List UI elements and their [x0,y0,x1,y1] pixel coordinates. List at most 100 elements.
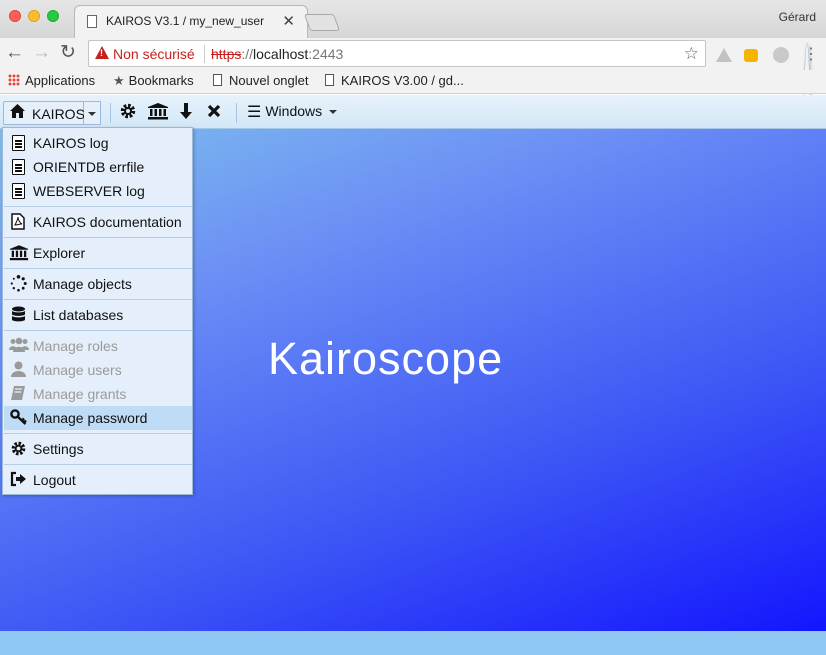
menu-item-label: Logout [33,472,76,488]
bookmarks-bar: Applications ★ Bookmarks Nouvel onglet KA… [0,70,826,94]
close-window-button[interactable] [9,10,21,22]
close-icon[interactable] [207,102,221,125]
menu-item-settings[interactable]: Settings [4,437,192,461]
file-text-icon [9,134,27,152]
menu-item-label: Explorer [33,245,86,261]
url-text[interactable]: https://localhost:2443 [211,46,343,62]
menu-divider [4,206,192,207]
menu-item-manage-roles[interactable]: Manage roles [4,334,192,358]
windows-menu-button[interactable]: ☰ Windows [247,102,338,122]
menu-item-label: WEBSERVER log [33,183,145,199]
user-icon [9,361,27,379]
arrow-down-icon[interactable] [178,102,194,125]
address-bar[interactable]: Non sécurisé https://localhost:2443 ☆ [88,40,706,67]
bookmark-apps-label: Applications [25,73,96,88]
browser-titlebar: KAIROS V3.1 / my_new_user ✕ Gérard [0,0,826,38]
menu-item-logout[interactable]: Logout [4,468,192,492]
drive-extension-icon[interactable] [716,48,732,62]
bookmark-kairos[interactable]: KAIROS V3.00 / gd... [325,73,464,88]
menu-divider [4,330,192,331]
app-logo-text: Kairoscope [268,333,504,384]
menu-item-label: Manage users [33,362,122,378]
menu-item-manage-password[interactable]: Manage password [4,406,192,430]
lock-extension-icon[interactable] [744,49,758,62]
menu-item-kairos-documentation[interactable]: KAIROS documentation [4,210,192,234]
apps-grid-icon [8,74,20,86]
new-tab-button[interactable] [303,14,341,31]
users-icon [9,337,29,355]
list-icon: ☰ [247,104,262,121]
bank-icon[interactable] [147,102,169,125]
menu-item-label: Manage roles [33,338,118,354]
menu-divider [4,237,192,238]
menu-divider [4,299,192,300]
menu-item-label: Manage objects [33,276,132,292]
app-toolbar: KAIROS ☰ Windows [0,95,826,129]
toolbar-divider [236,103,237,123]
sign-out-icon [9,471,27,489]
bank-icon [9,244,29,262]
menu-item-orientdb-errfile[interactable]: ORIENTDB errfile [4,155,192,179]
minimize-window-button[interactable] [28,10,40,22]
page-icon [87,15,97,28]
menu-divider [4,464,192,465]
menu-item-label: List databases [33,307,124,323]
menu-item-label: KAIROS documentation [33,214,182,230]
menu-item-manage-objects[interactable]: Manage objects [4,272,192,296]
database-icon [9,306,27,324]
file-pdf-icon [9,213,27,231]
url-scheme: https [211,46,242,62]
toolbar-divider [110,103,111,123]
menu-item-webserver-log[interactable]: WEBSERVER log [4,179,192,203]
star-icon: ★ [113,73,125,88]
page-icon [325,74,334,86]
compass-extension-icon[interactable] [773,47,789,63]
book-icon [9,385,27,403]
bookmark-kairos-label: KAIROS V3.00 / gd... [341,73,464,88]
browser-toolbar: ← → ↻ Non sécurisé https://localhost:244… [0,38,826,411]
url-port: :2443 [308,46,344,62]
gear-icon[interactable] [119,102,137,125]
profile-name[interactable]: Gérard [779,10,816,24]
kairos-menu-label: KAIROS [32,106,85,122]
status-bar [0,631,826,655]
menu-item-label: Settings [33,441,84,457]
url-host: localhost [253,46,309,62]
kairos-dropdown-toggle[interactable] [84,101,101,125]
file-text-icon [9,182,27,200]
menu-item-label: KAIROS log [33,135,109,151]
omnibox-divider [204,45,205,63]
app-viewport: KAIROS ☰ Windows Kairoscope KAIROS log OR… [0,95,826,655]
tab-close-icon[interactable]: ✕ [282,12,295,30]
menu-item-manage-grants[interactable]: Manage grants [4,382,192,406]
windows-menu-label: Windows [265,103,323,119]
chevron-down-icon [329,110,338,114]
kairos-menu-button[interactable]: KAIROS [3,101,85,125]
menu-item-list-databases[interactable]: List databases [4,303,192,327]
menu-item-label: Manage password [33,410,148,426]
spinner-icon [9,275,27,293]
menu-item-label: ORIENTDB errfile [33,159,145,175]
menu-item-kairos-log[interactable]: KAIROS log [4,131,192,155]
back-button[interactable]: ← [5,42,24,64]
reload-button[interactable]: ↻ [60,42,76,64]
bookmark-new-tab-label: Nouvel onglet [229,73,309,88]
forward-button[interactable]: → [32,42,51,64]
gear-icon [9,440,27,458]
menu-item-explorer[interactable]: Explorer [4,241,192,265]
bookmark-star-icon[interactable]: ☆ [684,44,699,64]
kairos-dropdown-menu: KAIROS log ORIENTDB errfile WEBSERVER lo… [2,127,193,495]
url-separator: :// [241,46,254,62]
bookmark-new-tab[interactable]: Nouvel onglet [213,73,309,88]
home-icon [9,103,26,124]
menu-item-manage-users[interactable]: Manage users [4,358,192,382]
key-icon [9,409,27,427]
bookmark-bookmarks[interactable]: ★ Bookmarks [113,73,194,89]
file-text-icon [9,158,27,176]
tab-title: KAIROS V3.1 / my_new_user [106,14,265,28]
warning-icon [95,46,109,59]
zoom-window-button[interactable] [47,10,59,22]
security-status[interactable]: Non sécurisé [113,46,195,62]
browser-tab[interactable]: KAIROS V3.1 / my_new_user ✕ [74,5,308,38]
bookmark-apps[interactable]: Applications [8,73,95,88]
